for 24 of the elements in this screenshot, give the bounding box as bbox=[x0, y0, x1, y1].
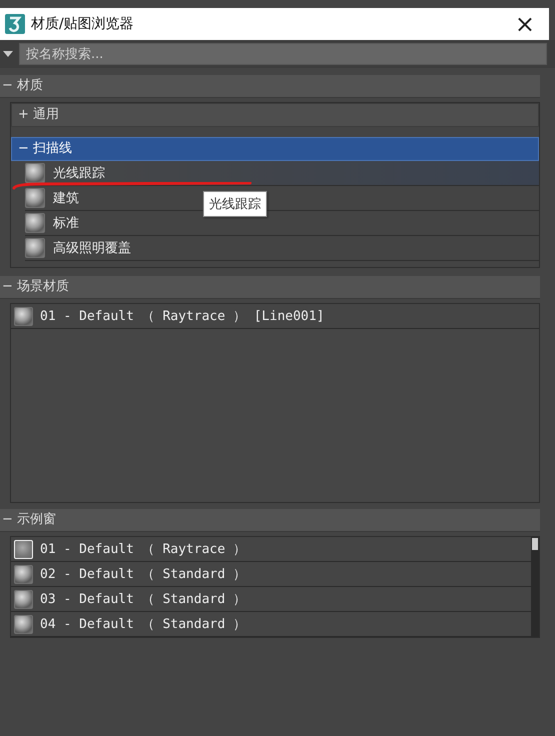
material-type-label: 标准 bbox=[53, 215, 79, 232]
section-header[interactable]: − 示例窗 bbox=[0, 509, 540, 532]
material-type-item[interactable]: 标准 bbox=[25, 211, 539, 236]
material-row[interactable]: 01 - Default （ Raytrace ） [Line001] bbox=[11, 304, 539, 329]
scrollbar[interactable] bbox=[531, 537, 539, 637]
section-header[interactable]: − 场景材质 bbox=[0, 276, 540, 299]
material-type-item[interactable]: 光线跟踪 bbox=[25, 161, 539, 186]
material-row[interactable]: 02 - Default （ Standard ） bbox=[11, 562, 531, 587]
material-type-label: 高级照明覆盖 bbox=[53, 240, 131, 257]
material-type-label: 光线跟踪 bbox=[53, 165, 105, 182]
group-header[interactable]: − 扫描线 bbox=[11, 137, 539, 161]
dropdown-triangle-icon[interactable] bbox=[3, 51, 13, 57]
material-row[interactable]: 03 - Default （ Standard ） bbox=[11, 587, 531, 612]
window-title: 材质/贴图浏览器 bbox=[31, 15, 135, 33]
search-field[interactable]: 按名称搜索... bbox=[19, 43, 547, 65]
close-button[interactable]: × bbox=[508, 12, 541, 36]
material-type-label: 建筑 bbox=[53, 190, 79, 207]
group-header[interactable]: + 通用 bbox=[11, 103, 539, 127]
material-type-item[interactable]: 高级照明覆盖 bbox=[25, 236, 539, 261]
tooltip: 光线跟踪 bbox=[203, 191, 267, 217]
material-row[interactable]: 01 - Default （ Raytrace ） bbox=[11, 537, 531, 562]
section-header[interactable]: − 材质 bbox=[0, 75, 540, 98]
material-row[interactable]: 04 - Default （ Standard ） bbox=[11, 612, 531, 637]
app-logo-icon bbox=[5, 14, 25, 34]
